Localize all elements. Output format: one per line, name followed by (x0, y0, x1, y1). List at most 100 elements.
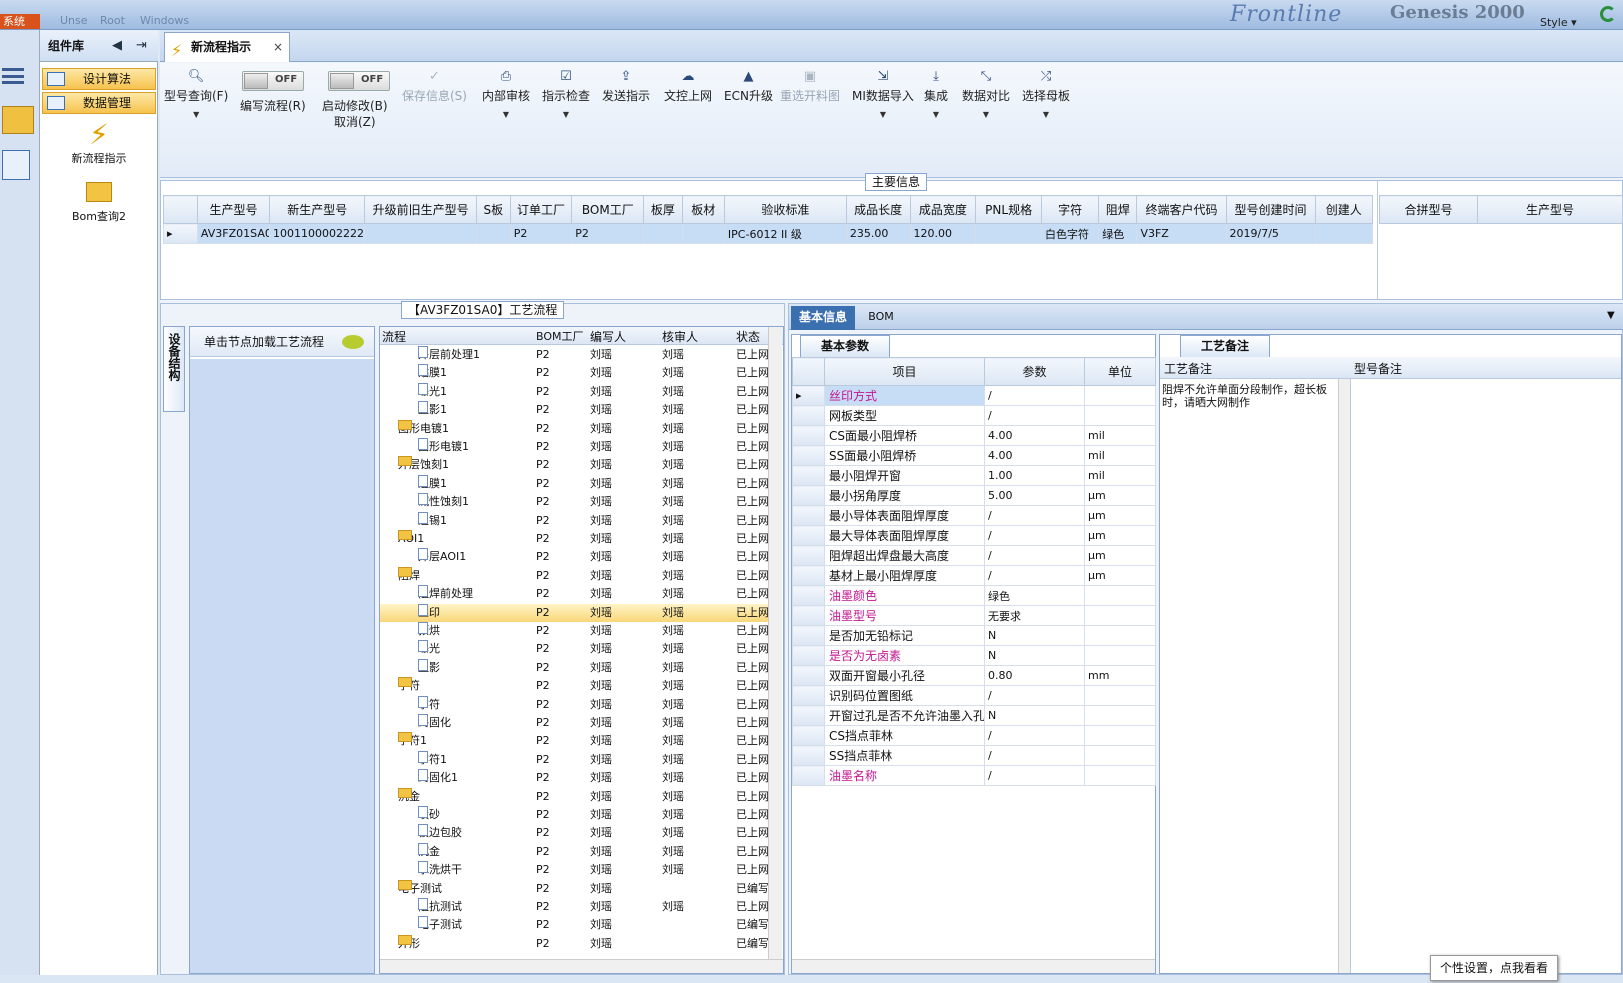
tree-node[interactable]: 碱性蚀刻1 (418, 493, 469, 511)
integrate-button[interactable]: ⤓ 集成 ▼ (924, 69, 948, 119)
tree-node[interactable]: −字符1 (398, 732, 427, 750)
col-prod-model[interactable]: 生产型号 (1477, 195, 1623, 224)
tree-row[interactable]: −图形电镀1 P2 刘瑶 刘瑶 已上网 (380, 419, 770, 438)
instruction-check-button[interactable]: ☑ 指示检查 ▼ (542, 69, 590, 119)
enable-modify-toggle[interactable]: OFF (328, 71, 390, 91)
tree-node[interactable]: −图形电镀1 (398, 419, 449, 438)
cell-master-6[interactable] (643, 223, 683, 244)
param-value[interactable]: / (984, 745, 1085, 766)
param-value[interactable]: 4.00 (984, 445, 1085, 466)
tree-node[interactable]: 字符1 (418, 750, 447, 769)
doc-upload-button[interactable]: ☁ 文控上网 (664, 69, 712, 104)
tree-node[interactable]: 贴膜1 (418, 364, 447, 382)
tree-row[interactable]: −外形 P2 刘瑶 已编写 (380, 934, 770, 953)
tree-node[interactable]: 图形电镀1 (418, 438, 469, 456)
cell-master-11[interactable] (975, 223, 1042, 244)
mi-import-button[interactable]: ⇲ MI数据导入 ▼ (852, 69, 914, 119)
vx-icon[interactable] (2, 106, 34, 134)
cell-master-8[interactable]: IPC-6012 II 级 (723, 223, 847, 244)
tree-row[interactable]: −字符1 P2 刘瑶 刘瑶 已上网 (380, 732, 770, 750)
tree-vertical-scrollbar[interactable] (768, 327, 782, 959)
collapse-left-icon[interactable]: ◀ (112, 38, 122, 53)
note-scrollbar[interactable] (1338, 379, 1350, 973)
col-master-13[interactable]: 阻焊 (1098, 195, 1138, 224)
param-value[interactable]: N (984, 625, 1085, 646)
col-master-6[interactable]: 板厚 (643, 195, 683, 224)
param-row[interactable]: 双面开窗最小孔径 0.80 mm (792, 665, 1156, 686)
param-value[interactable]: / (984, 385, 1085, 406)
tree-node[interactable]: 外层前处理1 (418, 346, 480, 364)
cell-master-3[interactable] (475, 223, 511, 244)
param-row[interactable]: SS面最小阻焊桥 4.00 mil (792, 445, 1156, 466)
internal-review-button[interactable]: ⎙ 内部审核 ▼ (482, 69, 530, 119)
data-compare-button[interactable]: ⤡ 数据对比 ▼ (962, 69, 1010, 119)
send-instruction-button[interactable]: ⇪ 发送指示 (602, 69, 650, 104)
pin-icon[interactable]: ⇥ (136, 38, 147, 53)
tree-horizontal-scrollbar[interactable] (380, 959, 783, 973)
tool-bom-query[interactable]: Bom查询2 (40, 178, 158, 224)
tree-row[interactable]: 水洗烘干 P2 刘瑶 刘瑶 已上网 (380, 861, 770, 879)
tree-node[interactable]: 外层AOI1 (418, 548, 466, 566)
col-master-2[interactable]: 升级前旧生产型号 (364, 195, 477, 224)
select-mother-button[interactable]: ⤮ 选择母板 ▼ (1022, 69, 1070, 119)
tree-row[interactable]: 预烘 P2 刘瑶 刘瑶 已上网 (380, 622, 770, 640)
param-row[interactable]: 最小阻焊开窗 1.00 mil (792, 465, 1156, 486)
tree-row[interactable]: −沉金 P2 刘瑶 刘瑶 已上网 (380, 787, 770, 806)
tree-row[interactable]: 阻抗测试 P2 刘瑶 刘瑶 已上网 (380, 898, 770, 916)
tree-row[interactable]: 电子测试 P2 刘瑶 已编写 (380, 916, 770, 934)
table-row[interactable]: ▸ AV3FZ01SA0 10011000022221 P2 P2 IPC-6012 II… (163, 223, 1374, 244)
col-unit[interactable]: 单位 (1084, 357, 1156, 386)
tree-row[interactable]: 曝光 P2 刘瑶 刘瑶 已上网 (380, 640, 770, 658)
ecn-upgrade-button[interactable]: ▲ ECN升级 (724, 69, 773, 104)
tree-node[interactable]: 喷砂 (418, 806, 440, 824)
tree-node[interactable]: 电子测试 (418, 916, 462, 934)
tree-node[interactable]: 曝光1 (418, 382, 447, 401)
lib-item-design-algorithm[interactable]: 设计算法 (42, 68, 156, 90)
param-row[interactable]: 最大导体表面阻焊厚度 / μm (792, 525, 1156, 546)
tree-row[interactable]: 外层AOI1 P2 刘瑶 刘瑶 已上网 (380, 548, 770, 566)
col-master-8[interactable]: 验收标准 (723, 195, 847, 224)
col-item[interactable]: 项目 (824, 357, 985, 386)
tree-row[interactable]: 曝光1 P2 刘瑶 刘瑶 已上网 (380, 382, 770, 401)
tool-new-flow[interactable]: ⚡ 新流程指示 (40, 118, 158, 166)
col-master-9[interactable]: 成品长度 (845, 195, 911, 224)
tree-node[interactable]: 终固化 (418, 714, 451, 732)
param-value[interactable]: 1.00 (984, 465, 1085, 486)
col-master-3[interactable]: S板 (475, 195, 511, 224)
tree-node[interactable]: 显影 (418, 658, 440, 677)
edit-flow-toggle[interactable]: OFF (242, 71, 304, 91)
tree-row[interactable]: 退锡1 P2 刘瑶 刘瑶 已上网 (380, 511, 770, 530)
param-row[interactable]: ▸ 丝印方式 / (792, 385, 1156, 406)
param-row[interactable]: 阻焊超出焊盘最大高度 / μm (792, 545, 1156, 566)
system-menu-button[interactable]: 系统 (0, 14, 40, 29)
cell-master-2[interactable] (364, 223, 477, 244)
tree-row[interactable]: 阻焊前处理 P2 刘瑶 刘瑶 已上网 (380, 585, 770, 603)
param-row[interactable]: 最小拐角厚度 5.00 μm (792, 485, 1156, 506)
col-param[interactable]: 参数 (984, 357, 1085, 386)
tree-node[interactable]: 字符 (418, 695, 440, 714)
param-row[interactable]: 是否加无铅标记 N (792, 625, 1156, 646)
tree-row[interactable]: 显影 P2 刘瑶 刘瑶 已上网 (380, 658, 770, 677)
param-value[interactable]: N (984, 705, 1085, 726)
param-value[interactable]: / (984, 545, 1085, 566)
tree-row[interactable]: 终固化 P2 刘瑶 刘瑶 已上网 (380, 714, 770, 732)
col-reviewer[interactable]: 核审人 (662, 328, 698, 345)
tab-new-flow[interactable]: ⚡ 新流程指示 × (164, 32, 290, 62)
param-row[interactable]: 基材上最小阻焊厚度 / μm (792, 565, 1156, 586)
tree-row[interactable]: −字符 P2 刘瑶 刘瑶 已上网 (380, 677, 770, 695)
col-master-12[interactable]: 字符 (1040, 195, 1100, 224)
tree-node[interactable]: −电子测试 (398, 879, 442, 898)
col-master-15[interactable]: 型号创建时间 (1225, 195, 1316, 224)
tree-node[interactable]: 水洗烘干 (418, 861, 462, 879)
tree-row[interactable]: 显影1 P2 刘瑶 刘瑶 已上网 (380, 401, 770, 419)
tree-row[interactable]: −电子测试 P2 刘瑶 已编写 (380, 879, 770, 898)
param-row[interactable]: 开窗过孔是否不允许油墨入孔 N (792, 705, 1156, 726)
tree-row[interactable]: 退膜1 P2 刘瑶 刘瑶 已上网 (380, 474, 770, 493)
style-dropdown[interactable]: Style ▾ (1540, 16, 1577, 29)
param-row[interactable]: 油墨型号 无要求 (792, 605, 1156, 626)
col-master-11[interactable]: PNL规格 (975, 195, 1042, 224)
param-value[interactable]: 5.00 (984, 485, 1085, 506)
tree-row[interactable]: −阻焊 P2 刘瑶 刘瑶 已上网 (380, 566, 770, 585)
tree-node[interactable]: 退膜1 (418, 474, 447, 493)
tree-row[interactable]: 丝印 P2 刘瑶 刘瑶 已上网 (380, 603, 770, 622)
